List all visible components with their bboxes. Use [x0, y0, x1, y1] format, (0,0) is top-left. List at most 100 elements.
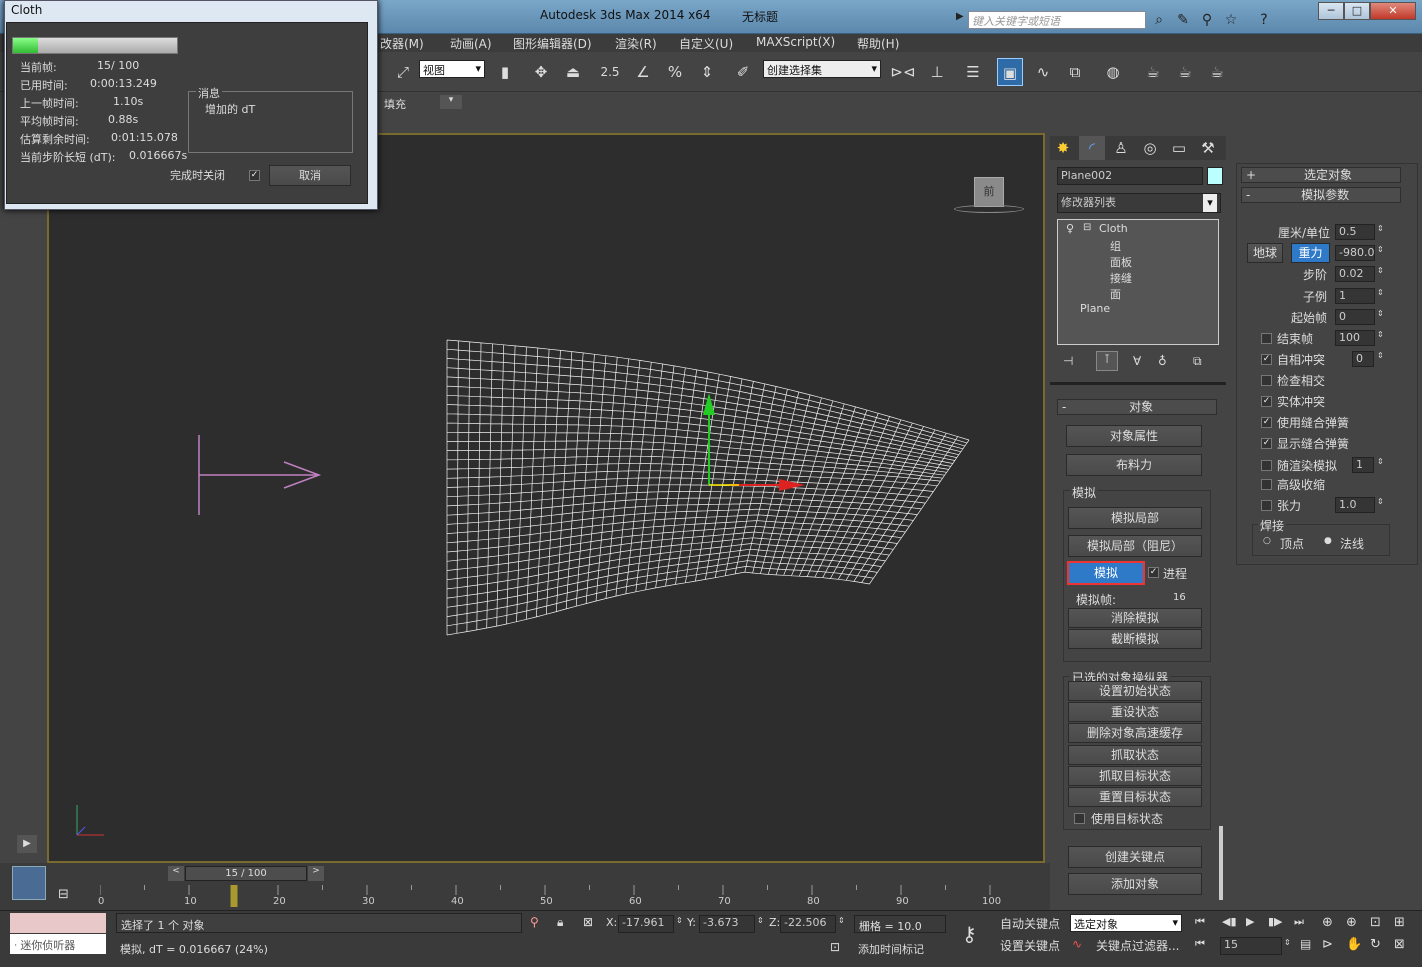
gravity-spinner[interactable]: -980.0 [1335, 245, 1375, 261]
reset-state-button[interactable]: 重设状态 [1068, 702, 1202, 722]
set-key-button[interactable]: 设置关键点 [1000, 937, 1066, 955]
use-sewing-checkbox[interactable]: ✓ [1261, 417, 1272, 428]
exchange-icon[interactable]: ⚲ [1198, 11, 1216, 29]
spinner-arrows-icon[interactable]: ⇕ [676, 916, 683, 925]
ribbon-dropdown-icon[interactable]: ▾ [440, 95, 462, 109]
move-icon[interactable]: ✥ [528, 58, 554, 86]
render-sim-spinner[interactable]: 1 [1352, 457, 1374, 473]
end-frame-checkbox[interactable] [1261, 333, 1272, 344]
play-icon[interactable]: ▶ [1246, 915, 1254, 928]
spinner-arrows-icon[interactable]: ⇕ [1377, 309, 1384, 318]
viewcube-ring[interactable] [954, 205, 1024, 213]
search-arrow-icon[interactable]: ▶ [956, 11, 964, 22]
cloth-forces-button[interactable]: 布料力 [1066, 454, 1202, 476]
start-frame-spinner[interactable]: 0 [1335, 309, 1375, 325]
self-collision-spinner[interactable]: 0 [1352, 351, 1374, 367]
scene-explorer-icon[interactable]: ▣ [997, 58, 1023, 86]
spinner-snap-icon[interactable]: ⇕ [694, 58, 720, 86]
object-properties-button[interactable]: 对象属性 [1066, 425, 1202, 447]
spinner-arrows-icon[interactable]: ⇕ [1377, 330, 1384, 339]
zoom-all-icon[interactable]: ⊕ [1346, 915, 1357, 930]
simulate-local-damped-button[interactable]: 模拟局部（阻尼） [1068, 535, 1202, 557]
maximize-button[interactable]: □ [1344, 2, 1370, 20]
tension-spinner[interactable]: 1.0 [1335, 497, 1375, 513]
end-frame-spinner[interactable]: 100 [1335, 330, 1375, 346]
gravity-button[interactable]: 重力 [1291, 243, 1330, 263]
layer-icon[interactable]: ☰ [960, 58, 986, 86]
use-target-state-checkbox[interactable] [1074, 813, 1085, 824]
create-keys-button[interactable]: 创建关键点 [1068, 846, 1202, 868]
scale-icon[interactable]: ⤢ [390, 58, 416, 86]
maximize-viewport-icon[interactable]: ⊠ [1394, 937, 1405, 952]
stack-item[interactable]: 组 [1110, 238, 1121, 254]
object-rollout-header[interactable]: - 对象 [1057, 399, 1217, 415]
close-on-finish-checkbox[interactable]: ✓ [249, 170, 260, 181]
render-setup-icon[interactable]: ☕ [1140, 58, 1166, 86]
collapse-icon[interactable]: ⊟ [1083, 222, 1091, 233]
viewport-layout-icon[interactable] [12, 866, 46, 900]
display-tab-icon[interactable]: ▭ [1166, 136, 1192, 160]
go-to-end-icon[interactable]: ⏭ [1294, 915, 1304, 929]
cancel-button[interactable]: 取消 [269, 165, 351, 186]
add-time-tag-button[interactable]: 添加时间标记 [854, 939, 946, 957]
stack-item[interactable]: 接缝 [1110, 270, 1132, 286]
selected-object-rollout-header[interactable]: + 选定对象 [1241, 167, 1401, 183]
menu-help[interactable]: 帮助(H) [857, 35, 899, 52]
modifier-list-combo[interactable]: 修改器列表 ▾ [1057, 193, 1221, 213]
subsample-spinner[interactable]: 1 [1335, 288, 1375, 304]
zoom-extents-all-icon[interactable]: ⊞ [1394, 915, 1405, 930]
search-input[interactable]: 键入关键字或短语 [968, 11, 1146, 29]
render-icon[interactable]: ☕ [1204, 58, 1230, 86]
make-unique-icon[interactable]: ∀ [1133, 354, 1141, 368]
reference-coord-combo[interactable]: 视图 ▾ [419, 60, 485, 78]
zoom-extents-icon[interactable]: ⊡ [1370, 915, 1381, 930]
time-slider[interactable]: 15 / 100 [185, 866, 307, 881]
mirror-icon[interactable]: ⊳⊲ [890, 58, 916, 86]
configure-sets-icon[interactable]: ⧉ [1193, 354, 1202, 369]
menu-customize[interactable]: 自定义(U) [679, 35, 733, 52]
erase-simulation-button[interactable]: 消除模拟 [1068, 608, 1202, 628]
object-color-swatch[interactable] [1207, 167, 1223, 185]
create-tab-icon[interactable]: ✸ [1050, 136, 1076, 160]
previous-frame-icon[interactable]: ◀▮ [1222, 915, 1237, 928]
viewport-front[interactable]: 前 ▶ [17, 133, 1045, 863]
y-coordinate-field[interactable]: -3.673 [699, 915, 755, 933]
spinner-arrows-icon[interactable]: ⇕ [1377, 224, 1384, 233]
cm-unit-spinner[interactable]: 0.5 [1335, 224, 1375, 240]
key-mode-combo[interactable]: 选定对象 ▾ [1070, 914, 1182, 932]
current-frame-field[interactable]: 15 [1220, 937, 1282, 955]
remove-modifier-icon[interactable]: ♁ [1158, 354, 1167, 368]
hierarchy-tab-icon[interactable]: ♙ [1108, 136, 1134, 160]
spinner-arrows-icon[interactable]: ⇕ [838, 916, 845, 925]
x-coordinate-field[interactable]: -17.961 [618, 915, 674, 933]
fill-label[interactable]: 填充 [384, 96, 406, 112]
object-name-field[interactable]: Plane002 [1057, 167, 1203, 185]
simulate-local-button[interactable]: 模拟局部 [1068, 507, 1202, 529]
maxscript-listener-input[interactable] [10, 913, 106, 933]
add-objects-button[interactable]: 添加对象 [1068, 873, 1202, 895]
go-to-start-icon[interactable]: ⏮ [1195, 915, 1205, 929]
spinner-arrows-icon[interactable]: ⇕ [1377, 288, 1384, 297]
track-bar-icon[interactable]: ⊟ [58, 887, 69, 902]
selection-lock-icon[interactable]: 🔒︎ [557, 915, 563, 930]
schematic-icon[interactable]: ⧉ [1062, 58, 1088, 86]
adv-pinch-checkbox[interactable] [1261, 479, 1272, 490]
zoom-icon[interactable]: ⊕ [1322, 915, 1333, 930]
spinner-arrows-icon[interactable]: ⇕ [1377, 245, 1384, 254]
help-icon[interactable]: ? [1255, 11, 1273, 29]
key-mode-icon[interactable]: ⏮ [1195, 937, 1205, 951]
menu-maxscript[interactable]: MAXScript(X) [756, 35, 835, 49]
pan-icon[interactable]: ✋ [1346, 937, 1362, 952]
menu-animation[interactable]: 动画(A) [450, 35, 492, 52]
sim-params-rollout-header[interactable]: - 模拟参数 [1241, 187, 1401, 203]
absolute-mode-icon[interactable]: ⊠ [583, 915, 593, 929]
spinner-arrows-icon[interactable]: ⇕ [1284, 938, 1291, 947]
reset-target-state-button[interactable]: 重置目标状态 [1068, 787, 1202, 807]
star-icon[interactable]: ☆ [1222, 11, 1240, 29]
spinner-arrows-icon[interactable]: ⇕ [1377, 457, 1384, 466]
check-intersect-checkbox[interactable] [1261, 375, 1272, 386]
grab-state-button[interactable]: 抓取状态 [1068, 745, 1202, 765]
material-editor-icon[interactable]: ◍ [1100, 58, 1126, 86]
motion-tab-icon[interactable]: ◎ [1137, 136, 1163, 160]
simulate-button[interactable]: 模拟 [1067, 561, 1145, 585]
